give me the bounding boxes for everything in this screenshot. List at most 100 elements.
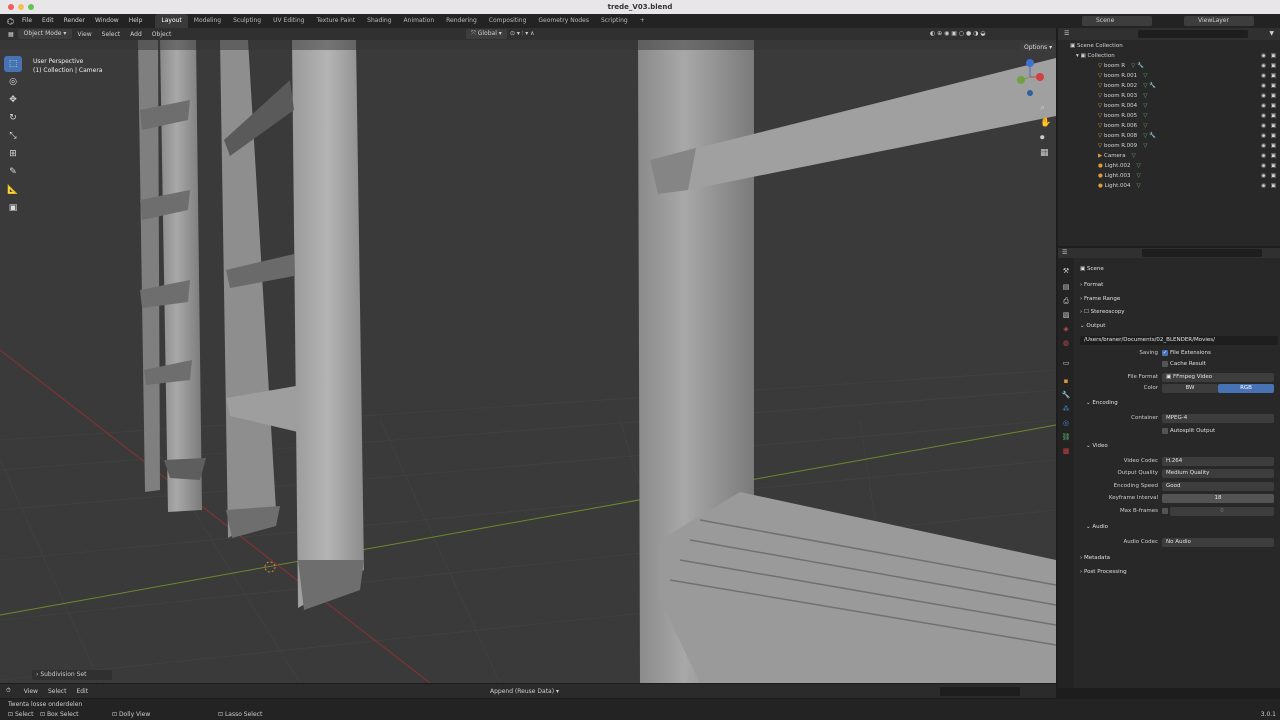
view-layer-tab-icon[interactable]: ▧ [1061,310,1071,320]
viewport-menu-add[interactable]: Add [125,31,147,38]
outliner-item-2[interactable]: ▽ boom R.001 ▽ ◉ ▣ [1058,71,1280,81]
filter-icon[interactable]: ▼ [1269,30,1274,37]
eye-icon[interactable]: ◉ [1261,161,1266,171]
move-tool-icon[interactable]: ✥ [4,92,22,108]
zoom-window-icon[interactable] [28,4,34,10]
output-quality-dropdown[interactable]: Medium Quality [1162,469,1274,478]
render-icon[interactable]: ▣ [1271,151,1276,161]
render-icon[interactable]: ▣ [1271,141,1276,151]
options-button[interactable]: Options ▾ [1020,43,1057,52]
neg-z-axis-icon[interactable] [1027,90,1033,96]
container-dropdown[interactable]: MPEG-4 [1162,414,1274,423]
color-bw-button[interactable]: BW [1162,384,1218,393]
properties-editor-icon[interactable]: ☰ [1062,249,1067,256]
viewport-menu-view[interactable]: View [72,31,96,38]
render-icon[interactable]: ▣ [1271,171,1276,181]
eye-icon[interactable]: ◉ [1261,61,1266,71]
section-frame-range[interactable]: › Frame Range [1080,294,1120,304]
add-workspace-icon[interactable]: + [634,14,651,28]
render-icon[interactable]: ▣ [1271,101,1276,111]
tab-sculpting[interactable]: Sculpting [227,14,267,28]
eye-icon[interactable]: ◉ [1261,81,1266,91]
tab-modeling[interactable]: Modeling [188,14,227,28]
eye-icon[interactable]: ◉ [1261,71,1266,81]
add-cube-tool-icon[interactable]: ▣ [4,200,22,216]
render-icon[interactable]: ▣ [1271,181,1276,191]
timeline-search-input[interactable] [940,686,1020,696]
section-metadata[interactable]: › Metadata [1080,553,1110,563]
mesh-data-icon[interactable]: ▽ [1143,123,1147,129]
collection-row[interactable]: ▾ ▣ Collection ◉ ▣ [1058,51,1280,61]
mesh-data-icon[interactable]: ▽ [1143,113,1147,119]
last-operator-panel[interactable]: › Subdivision Set [32,670,112,680]
menu-window[interactable]: Window [90,14,124,28]
render-icon[interactable]: ▣ [1271,91,1276,101]
rotate-tool-icon[interactable]: ↻ [4,110,22,126]
outliner-item-13[interactable]: ● Light.004 ▽ ◉ ▣ [1058,181,1280,191]
outliner-item-10[interactable]: ▶ Camera ▽ ◉ ▣ [1058,151,1280,161]
render-icon[interactable]: ▣ [1271,131,1276,141]
menu-render[interactable]: Render [59,14,90,28]
transform-tool-icon[interactable]: ⊞ [4,146,22,162]
timeline-editor-icon[interactable]: ⏱ [6,687,19,695]
blender-logo-icon[interactable]: ⌬ [4,17,17,26]
modifier-icon[interactable]: ▽ 🔧 [1143,133,1156,139]
mesh-data-icon[interactable]: ▽ [1143,103,1147,109]
encoding-speed-dropdown[interactable]: Good [1162,482,1274,491]
collection-tab-icon[interactable]: ▭ [1061,358,1071,368]
modifier-icon[interactable]: ▽ 🔧 [1143,83,1156,89]
modifier-icon[interactable]: ▽ 🔧 [1131,63,1144,69]
scene-selector[interactable]: Scene [1082,16,1152,26]
minimize-window-icon[interactable] [18,4,24,10]
orientation-dropdown[interactable]: ⤧ Global ▾ [466,29,507,39]
menu-help[interactable]: Help [124,14,148,28]
render-icon[interactable]: ▣ [1271,121,1276,131]
section-post-processing[interactable]: › Post Processing [1080,567,1127,577]
light-data-icon[interactable]: ▽ [1137,183,1141,189]
cache-result-checkbox[interactable] [1162,361,1168,367]
section-output[interactable]: ⌄ Output [1080,321,1105,331]
scene-collection-row[interactable]: ▣ Scene Collection [1058,41,1280,51]
tab-layout[interactable]: Layout [155,14,188,28]
scene-tab-icon[interactable]: ◈ [1061,324,1071,334]
eye-icon[interactable]: ◉ [1261,91,1266,101]
eye-icon[interactable]: ◉ [1261,101,1266,111]
section-stereoscopy[interactable]: › ☐ Stereoscopy [1080,307,1125,317]
zoom-icon[interactable]: ⌕ [1040,101,1051,116]
properties-search-input[interactable] [1142,249,1262,257]
eye-icon[interactable]: ◉ [1261,141,1266,151]
section-format[interactable]: › Format [1080,280,1103,290]
mode-dropdown[interactable]: Object Mode ▾ [17,29,73,39]
append-dropdown[interactable]: Append (Reuse Data) ▾ [490,688,559,695]
menu-file[interactable]: File [17,14,37,28]
outliner-item-4[interactable]: ▽ boom R.003 ▽ ◉ ▣ [1058,91,1280,101]
z-axis-icon[interactable] [1026,59,1034,67]
eye-icon[interactable]: ◉ [1261,181,1266,191]
outliner-item-1[interactable]: ▽ boom R ▽ 🔧 ◉ ▣ [1058,61,1280,71]
tab-texture-paint[interactable]: Texture Paint [310,14,361,28]
light-data-icon[interactable]: ▽ [1137,163,1141,169]
x-axis-icon[interactable] [1036,73,1044,81]
view-layer-selector[interactable]: ViewLayer [1184,16,1254,26]
section-audio[interactable]: ⌄ Audio [1086,522,1108,532]
eye-icon[interactable]: ◉ [1261,121,1266,131]
tab-rendering[interactable]: Rendering [440,14,483,28]
cursor-tool-icon[interactable]: ◎ [4,74,22,90]
eye-icon[interactable]: ◉ [1261,111,1266,121]
outliner-item-6[interactable]: ▽ boom R.005 ▽ ◉ ▣ [1058,111,1280,121]
eye-icon[interactable]: ◉ [1261,151,1266,161]
mesh-data-icon[interactable]: ▽ [1143,73,1147,79]
keyframe-interval-field[interactable]: 18 [1162,494,1274,503]
tab-geometry-nodes[interactable]: Geometry Nodes [532,14,595,28]
render-icon[interactable]: ▣ [1271,161,1276,171]
mesh-data-icon[interactable]: ▽ [1143,93,1147,99]
camera-data-icon[interactable]: ▽ [1132,153,1136,159]
tab-shading[interactable]: Shading [361,14,397,28]
eye-icon[interactable]: ◉ [1261,171,1266,181]
outliner-item-3[interactable]: ▽ boom R.002 ▽ 🔧 ◉ ▣ [1058,81,1280,91]
outliner-editor-icon[interactable]: ☰ [1064,30,1069,37]
menu-edit[interactable]: Edit [37,14,59,28]
annotate-tool-icon[interactable]: ✎ [4,164,22,180]
outliner-item-5[interactable]: ▽ boom R.004 ▽ ◉ ▣ [1058,101,1280,111]
3d-viewport[interactable] [0,40,1056,683]
